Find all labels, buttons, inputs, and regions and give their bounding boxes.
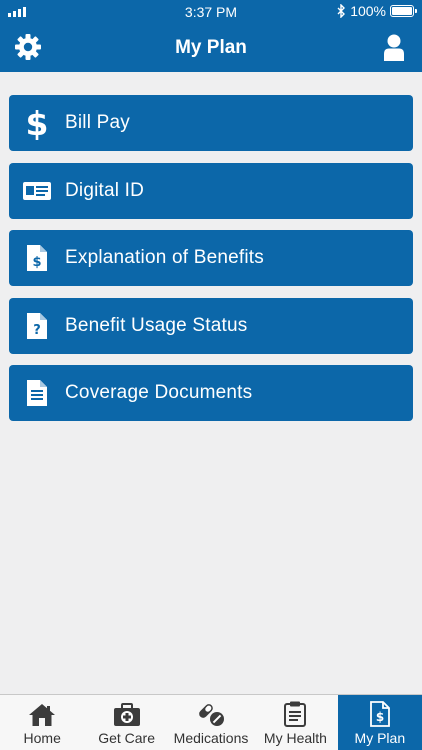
tab-my-plan-label: My Plan bbox=[354, 730, 406, 746]
tab-home-label: Home bbox=[23, 730, 61, 746]
tab-medications-label: Medications bbox=[173, 730, 249, 746]
tab-my-health-label: My Health bbox=[263, 730, 327, 746]
benefit-usage-status-button[interactable]: ? Benefit Usage Status bbox=[9, 297, 413, 354]
status-bar: 3:37 PM 100% bbox=[0, 0, 422, 24]
bill-pay-label: Bill Pay bbox=[65, 112, 130, 133]
plan-menu: $ Bill Pay Digital ID $ Explanation of B… bbox=[9, 95, 413, 433]
bluetooth-icon bbox=[337, 4, 346, 18]
tab-get-care[interactable]: Get Care bbox=[84, 695, 168, 750]
tab-medications[interactable]: Medications bbox=[169, 695, 253, 750]
home-icon bbox=[29, 704, 56, 726]
battery-icon bbox=[390, 5, 417, 17]
bill-pay-button[interactable]: $ Bill Pay bbox=[9, 95, 413, 151]
svg-text:$: $ bbox=[376, 710, 384, 724]
clipboard-icon bbox=[284, 701, 307, 727]
document-dollar-icon: $ bbox=[369, 701, 390, 727]
dollar-icon: $ bbox=[26, 106, 49, 140]
tab-my-health[interactable]: My Health bbox=[253, 695, 337, 750]
explanation-of-benefits-button[interactable]: $ Explanation of Benefits bbox=[9, 230, 413, 286]
nav-bar: My Plan bbox=[0, 24, 422, 72]
document-dollar-icon: $ bbox=[27, 245, 47, 271]
first-aid-kit-icon bbox=[113, 703, 140, 726]
coverage-documents-label: Coverage Documents bbox=[65, 382, 253, 403]
pills-icon bbox=[199, 704, 225, 726]
explanation-of-benefits-label: Explanation of Benefits bbox=[65, 247, 264, 268]
document-question-icon: ? bbox=[27, 312, 47, 339]
page-title: My Plan bbox=[175, 37, 247, 58]
tab-my-plan[interactable]: $ My Plan bbox=[337, 695, 422, 750]
tab-bar: Home Get Care Medications My Health $ My… bbox=[0, 694, 422, 750]
svg-text:$: $ bbox=[26, 106, 49, 140]
id-card-icon bbox=[23, 181, 51, 200]
coverage-documents-button[interactable]: Coverage Documents bbox=[9, 365, 413, 421]
svg-text:$: $ bbox=[32, 255, 41, 270]
user-icon[interactable] bbox=[383, 33, 405, 61]
document-icon bbox=[27, 380, 47, 406]
battery-percent: 100% bbox=[350, 3, 386, 19]
svg-text:?: ? bbox=[33, 323, 41, 338]
digital-id-button[interactable]: Digital ID bbox=[9, 162, 413, 219]
tab-get-care-label: Get Care bbox=[98, 730, 156, 746]
digital-id-label: Digital ID bbox=[65, 179, 145, 201]
tab-home[interactable]: Home bbox=[0, 695, 84, 750]
benefit-usage-status-label: Benefit Usage Status bbox=[65, 314, 248, 336]
